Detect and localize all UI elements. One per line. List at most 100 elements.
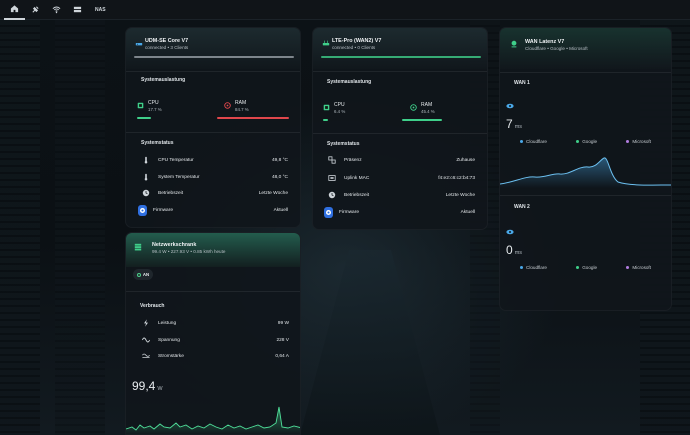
row-label: System Temperatur — [158, 174, 200, 180]
router-icon — [322, 40, 330, 46]
top-navigation-bar: NAS — [0, 0, 690, 20]
lte-card: LTE-Pro (WAN2) V7 connected • 0 Clients … — [312, 27, 488, 230]
server-icon — [73, 6, 82, 13]
lte-ram-label: RAM — [421, 102, 433, 108]
lte-row-uptime[interactable]: Betriebszeit Letzte Woche — [327, 189, 475, 201]
lightning-icon — [141, 319, 150, 328]
lte-ram-value: 45.4 % — [421, 109, 435, 114]
nav-tab-nas[interactable]: NAS — [88, 0, 113, 20]
row-value: Aktuell — [273, 207, 288, 213]
memory-icon — [224, 102, 231, 109]
legend-cloudflare[interactable]: Cloudflare — [520, 265, 547, 270]
firmware-app-icon — [138, 204, 147, 216]
udm-cpu-metric[interactable]: CPU 17.7 % — [137, 99, 209, 125]
lte-cpu-metric[interactable]: CPU 6.4 % — [323, 101, 395, 127]
power-history-chart — [126, 406, 300, 434]
legend-google[interactable]: Google — [576, 265, 597, 270]
cpu-icon — [137, 102, 144, 109]
power-toggle-label: AN — [142, 272, 150, 277]
row-label: Leistung — [158, 320, 177, 326]
row-label: Präsenz — [344, 157, 362, 163]
lte-load-title: Systemauslastung — [327, 79, 372, 85]
legend-microsoft[interactable]: Microsoft — [626, 139, 651, 144]
router-icon — [135, 43, 143, 46]
power-row-voltage[interactable]: Spannung 228 V — [141, 334, 289, 346]
lte-subtitle: connected • 0 Clients — [332, 45, 376, 50]
network-cabinet-card: Netzwerkschrank 99.4 W • 227.93 V • 0.85… — [125, 232, 301, 435]
legend-google[interactable]: Google — [576, 139, 597, 144]
row-label: Spannung — [158, 337, 180, 343]
lte-cpu-value: 6.4 % — [334, 109, 346, 114]
wan-card-header[interactable]: WAN Latenz V7 Cloudflare • Google • Micr… — [500, 28, 671, 69]
sine-wave-icon — [141, 336, 150, 345]
udm-row-cpu-temp[interactable]: CPU Temperatur 49,8 °C — [141, 154, 288, 166]
row-value: 228 V — [276, 337, 289, 343]
nav-tab-server[interactable] — [67, 0, 88, 20]
wan2-label: WAN 2 — [514, 204, 530, 210]
lte-status-title: Systemstatus — [327, 141, 360, 147]
presence-icon — [327, 156, 336, 165]
power-big-value: 99,4 W — [132, 379, 163, 393]
row-label: Stromstärke — [158, 353, 184, 359]
wan-title: WAN Latenz V7 — [525, 39, 565, 45]
clock-icon — [141, 189, 150, 198]
legend-microsoft[interactable]: Microsoft — [626, 265, 651, 270]
power-toggle[interactable]: AN — [133, 269, 153, 280]
lte-cpu-bar — [323, 119, 328, 121]
eye-icon[interactable] — [506, 229, 514, 235]
server-rack-icon — [134, 243, 142, 251]
row-value: Zuhause — [456, 157, 475, 163]
nav-tab-satellite[interactable] — [25, 0, 46, 20]
current-icon — [141, 352, 150, 361]
power-card-header[interactable]: Netzwerkschrank 99.4 W • 227.93 V • 0.85… — [126, 233, 300, 267]
power-row-power[interactable]: Leistung 99 W — [141, 317, 289, 329]
wan1-unit: ms — [514, 124, 523, 130]
udm-card: UDM-SE Core V7 connected • 3 Clients Sys… — [125, 27, 301, 228]
udm-ram-label: RAM — [235, 100, 247, 106]
lte-row-presence[interactable]: Präsenz Zuhause — [327, 154, 475, 166]
satellite-icon — [32, 6, 39, 13]
udm-row-uptime[interactable]: Betriebszeit Letzte Woche — [141, 187, 288, 199]
udm-cpu-label: CPU — [148, 100, 159, 106]
power-row-current[interactable]: Stromstärke 0,64 A — [141, 350, 289, 362]
nav-tab-home[interactable] — [4, 0, 25, 20]
lte-ram-bar — [402, 119, 442, 121]
row-value: 48,0 °C — [271, 174, 288, 180]
firmware-app-icon — [324, 206, 333, 218]
wan1-legend: Cloudflare Google Microsoft — [520, 139, 651, 144]
row-value: 49,8 °C — [271, 157, 288, 163]
udm-ram-bar — [217, 117, 289, 119]
row-value: 0,64 A — [275, 353, 289, 359]
lte-cpu-label: CPU — [334, 102, 345, 108]
lte-row-firmware[interactable]: Firmware Aktuell — [324, 206, 475, 218]
wan2-value: 0 — [506, 243, 513, 257]
wan-latency-card: WAN Latenz V7 Cloudflare • Google • Micr… — [499, 27, 672, 311]
lte-ram-metric[interactable]: RAM 45.4 % — [402, 101, 482, 127]
udm-cpu-value: 17.7 % — [148, 107, 162, 112]
udm-row-system-temp[interactable]: System Temperatur 48,0 °C — [141, 171, 288, 183]
lte-title: LTE-Pro (WAN2) V7 — [332, 38, 382, 44]
row-value: Aktuell — [460, 209, 475, 215]
legend-cloudflare[interactable]: Cloudflare — [520, 139, 547, 144]
power-unit: W — [157, 386, 163, 392]
thermometer-icon — [141, 173, 150, 182]
udm-ram-metric[interactable]: RAM 84.7 % — [217, 99, 296, 125]
clock-icon — [327, 191, 336, 200]
row-label: Betriebszeit — [158, 190, 184, 196]
power-value: 99,4 — [132, 379, 156, 393]
udm-card-header[interactable]: UDM-SE Core V7 connected • 3 Clients — [126, 28, 300, 69]
nav-tab-wifi[interactable] — [46, 0, 67, 20]
wan1-latency-value: 7 ms — [506, 117, 522, 131]
lte-row-uplink-mac[interactable]: Uplink MAC f4:e2:c6:c2:b4:73 — [327, 172, 475, 184]
wifi-icon — [52, 6, 61, 14]
udm-header-bar — [134, 56, 294, 58]
row-value: Letzte Woche — [258, 190, 288, 196]
udm-row-firmware[interactable]: Firmware Aktuell — [138, 204, 288, 216]
ethernet-icon — [327, 174, 336, 183]
eye-icon[interactable] — [506, 103, 514, 109]
wan1-value: 7 — [506, 117, 513, 131]
row-label: CPU Temperatur — [158, 157, 194, 163]
lte-card-header[interactable]: LTE-Pro (WAN2) V7 connected • 0 Clients — [313, 28, 487, 69]
memory-icon — [410, 104, 417, 111]
power-subtitle: 99.4 W • 227.93 V • 0.85 kWh heute — [152, 249, 226, 254]
